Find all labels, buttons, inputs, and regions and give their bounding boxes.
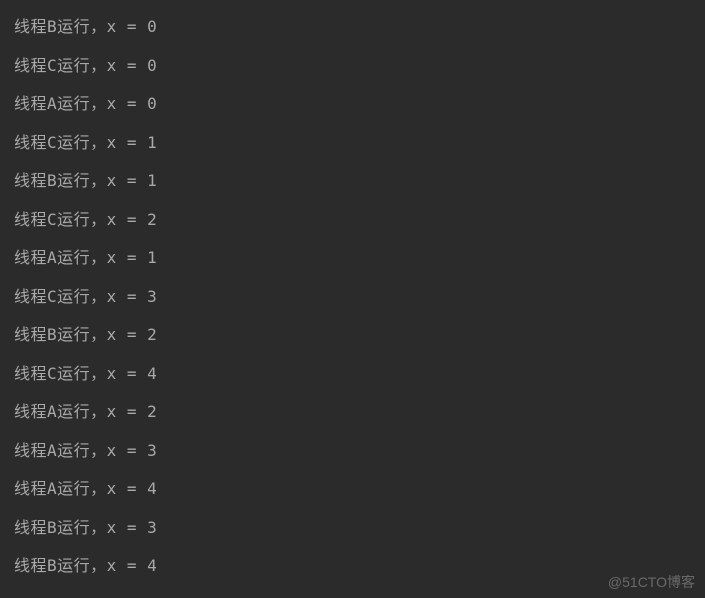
console-line: 线程C运行，x = 4 bbox=[14, 355, 691, 394]
console-line: 线程C运行，x = 3 bbox=[14, 278, 691, 317]
console-line: 线程A运行，x = 0 bbox=[14, 85, 691, 124]
watermark: @51CTO博客 bbox=[608, 572, 695, 592]
console-line: 线程B运行，x = 3 bbox=[14, 509, 691, 548]
console-line: 线程A运行，x = 1 bbox=[14, 239, 691, 278]
console-line: 线程B运行，x = 1 bbox=[14, 162, 691, 201]
console-line: 线程A运行，x = 2 bbox=[14, 393, 691, 432]
console-output: 线程B运行，x = 0 线程C运行，x = 0 线程A运行，x = 0 线程C运… bbox=[0, 0, 705, 594]
console-line: 线程B运行，x = 4 bbox=[14, 547, 691, 586]
console-line: 线程B运行，x = 0 bbox=[14, 8, 691, 47]
console-line: 线程A运行，x = 4 bbox=[14, 470, 691, 509]
console-line: 线程A运行，x = 3 bbox=[14, 432, 691, 471]
console-line: 线程C运行，x = 1 bbox=[14, 124, 691, 163]
console-line: 线程C运行，x = 2 bbox=[14, 201, 691, 240]
console-line: 线程B运行，x = 2 bbox=[14, 316, 691, 355]
console-line: 线程C运行，x = 0 bbox=[14, 47, 691, 86]
